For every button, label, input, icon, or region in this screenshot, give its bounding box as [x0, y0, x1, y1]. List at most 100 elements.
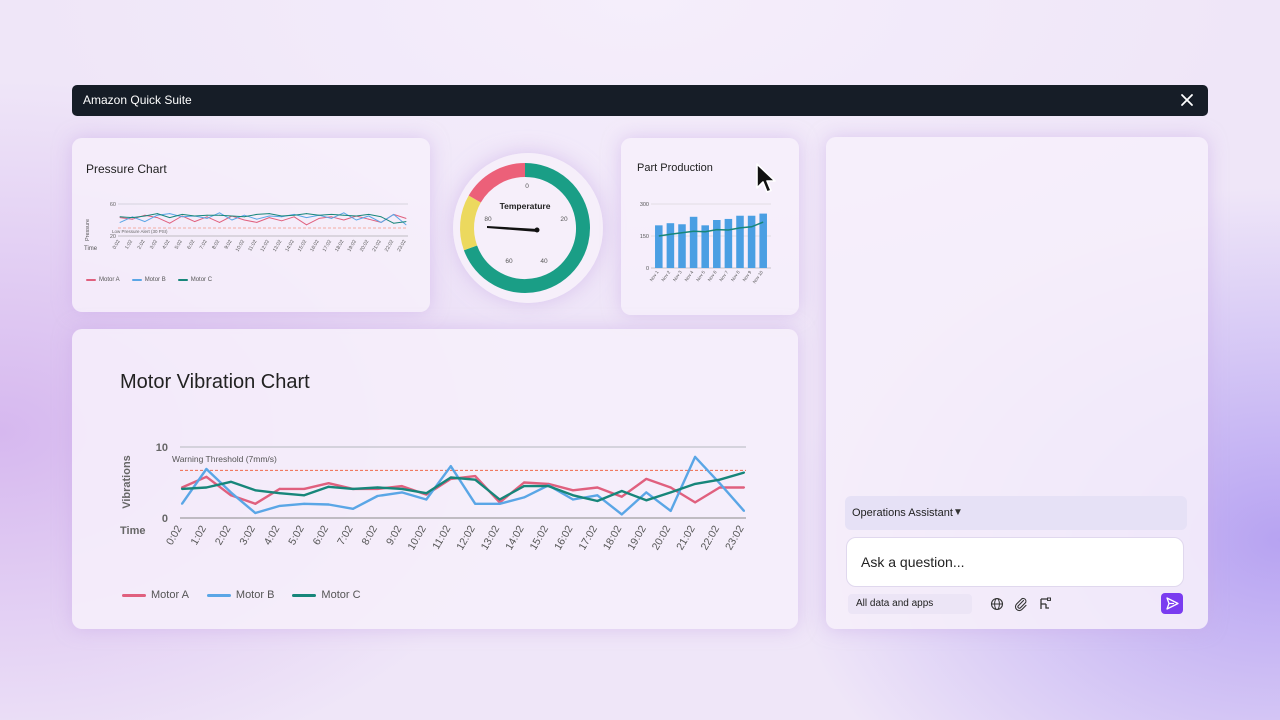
data-point-motor-a [256, 221, 258, 223]
legend-item-motor-a: Motor A [86, 277, 120, 283]
x-tick-label: 3:02 [149, 239, 159, 251]
data-point-motor-c [180, 487, 184, 490]
send-button[interactable] [1161, 593, 1183, 614]
legend-label-motor-b: Motor B [235, 589, 275, 601]
data-point-motor-c [293, 214, 295, 216]
legend-swatch-motor-c [177, 279, 188, 281]
data-point-motor-b [303, 502, 306, 505]
x-tick-label: Nov 9 [742, 269, 753, 282]
data-point-motor-b [645, 491, 648, 494]
x-tick-label: 19:02 [625, 523, 649, 552]
vibration-line-chart: Vibrations Time Warning Threshold (7mm/s… [120, 442, 747, 552]
series-line-motor-c [119, 213, 407, 224]
paperclip-icon[interactable] [1013, 596, 1029, 612]
data-point-motor-c [405, 221, 407, 223]
data-point-motor-a [303, 487, 306, 490]
y-tick-label: 0 [646, 266, 649, 272]
globe-icon[interactable] [989, 596, 1005, 612]
data-point-motor-a [219, 221, 220, 223]
x-tick-label: Nov 10 [752, 269, 765, 284]
ask-question-input[interactable] [846, 537, 1184, 587]
data-point-motor-b [144, 221, 146, 223]
data-point-motor-b [119, 221, 121, 223]
pressure-line-chart: Pressure Time Low Pressure Alert (30 PSI… [84, 202, 408, 253]
x-tick-label: 22:02 [384, 239, 396, 253]
data-point-motor-b [523, 496, 526, 499]
x-tick-label: 4:02 [161, 239, 171, 251]
x-tick-label: 21:02 [674, 523, 698, 552]
data-point-motor-b [306, 217, 307, 219]
data-point-motor-c [380, 216, 382, 218]
data-point-motor-c [376, 486, 379, 489]
data-point-motor-a [318, 217, 320, 219]
x-tick-label: Nov 3 [672, 269, 683, 282]
legend-swatch-motor-b [131, 279, 142, 281]
bar-nov-10 [759, 213, 767, 268]
legend-swatch-motor-b [206, 593, 231, 597]
data-point-motor-a [620, 495, 623, 498]
legend-label-motor-a: Motor A [151, 589, 189, 601]
x-tick-label: 12:02 [454, 523, 478, 552]
data-point-motor-c [206, 214, 208, 216]
data-point-motor-b [205, 467, 208, 471]
data-point-motor-c [523, 484, 526, 488]
data-point-motor-b [180, 502, 184, 505]
data-point-motor-c [368, 213, 370, 215]
x-tick-label: Nov 6 [707, 269, 718, 282]
x-tick-label: 20:02 [650, 523, 674, 552]
data-point-motor-b [393, 213, 395, 215]
series-line-motor-b [181, 455, 745, 516]
bar-nov-7 [724, 218, 733, 268]
legend-item-motor-a: Motor A [122, 589, 189, 601]
legend-label-motor-a: Motor A [99, 277, 120, 283]
x-tick-label: Nov 4 [684, 269, 695, 282]
y-tick-label: 60 [110, 202, 116, 208]
x-tick-label: 17:02 [576, 523, 600, 552]
data-point-motor-c [620, 489, 623, 493]
series-line-motor-a [119, 213, 407, 226]
send-icon [1166, 597, 1179, 610]
agent-selector[interactable]: Operations Assistant ▼ [845, 496, 1187, 530]
data-point-motor-c [268, 213, 270, 215]
bar-nov-4 [689, 216, 698, 268]
legend-label-motor-c: Motor C [190, 277, 213, 283]
data-point-motor-b [229, 491, 232, 494]
x-tick-label: 6:02 [311, 523, 332, 547]
gauge-arc-yellow [460, 195, 481, 251]
data-point-motor-c [306, 213, 307, 215]
x-tick-label: Nov 1 [649, 269, 660, 282]
close-icon[interactable] [1176, 89, 1198, 111]
data-point-motor-b [474, 502, 477, 505]
x-tick-label: 18:02 [334, 239, 346, 253]
data-point-motor-c [596, 499, 599, 503]
pressure-legend: Motor A Motor B Motor C [86, 277, 212, 283]
data-point-motor-b [206, 217, 208, 219]
x-tick-label: 2:02 [213, 523, 234, 547]
legend-swatch-motor-a [122, 593, 146, 597]
x-tick-label: 4:02 [262, 523, 283, 547]
data-point-motor-a [474, 475, 477, 478]
data-point-motor-a [194, 221, 196, 223]
data-point-motor-b [368, 215, 370, 217]
data-point-motor-c [256, 213, 258, 215]
data-point-motor-a [169, 222, 171, 224]
data-point-motor-c [205, 486, 208, 489]
temperature-gauge-card[interactable]: Temperature 0 20 40 60 80 [453, 153, 603, 303]
x-tick-label: 8:02 [359, 523, 380, 547]
x-tick-label: 23:02 [723, 523, 747, 552]
data-scope-selector[interactable]: All data and apps [848, 594, 972, 614]
data-point-motor-a [571, 489, 575, 492]
caret-down-icon[interactable]: ▼ [953, 507, 963, 518]
pressure-xlabel: Time [84, 246, 98, 252]
x-tick-label: 14:02 [503, 523, 527, 552]
data-point-motor-a [405, 217, 407, 219]
x-tick-label: 5:02 [174, 239, 184, 251]
data-point-motor-c [355, 215, 357, 217]
data-point-motor-b [669, 509, 672, 512]
pressure-chart-card[interactable]: Pressure Chart Pressure Time Low Pressur… [72, 138, 430, 312]
data-point-motor-c [425, 492, 428, 495]
vibration-chart-card[interactable]: Motor Vibration Chart Vibrations Time Wa… [72, 329, 798, 629]
x-tick-label: 2:02 [137, 239, 147, 251]
x-tick-label: 14:02 [284, 239, 296, 253]
flow-icon[interactable] [1037, 596, 1053, 612]
